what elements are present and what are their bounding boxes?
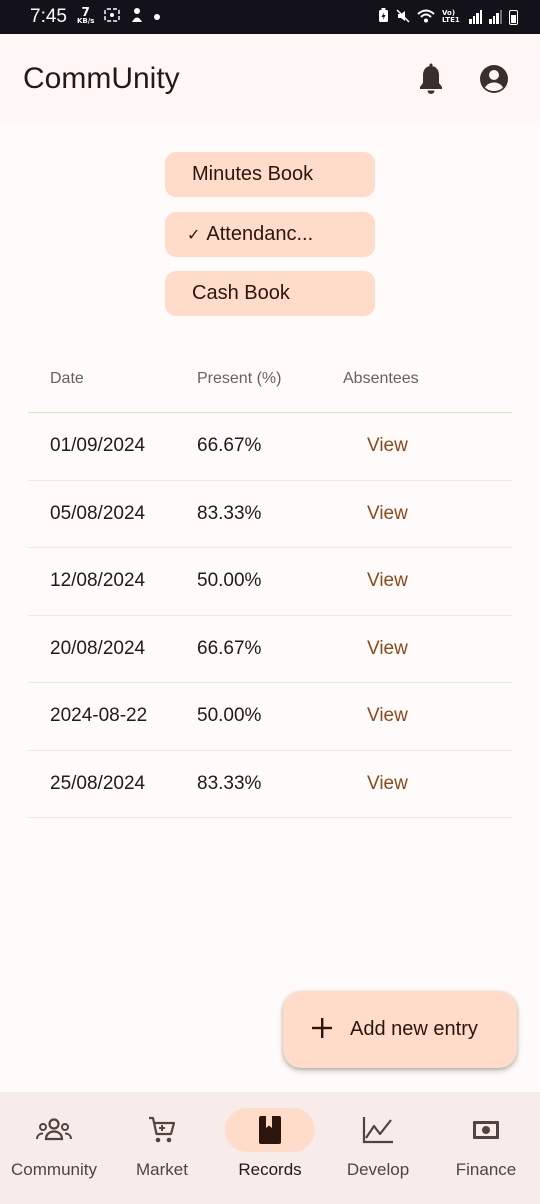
money-icon bbox=[473, 1121, 499, 1139]
cell-present: 83.33% bbox=[197, 502, 262, 524]
profile-button[interactable] bbox=[470, 55, 518, 103]
cell-present: 50.00% bbox=[197, 570, 262, 592]
add-new-entry-button[interactable]: Add new entry bbox=[283, 991, 517, 1068]
view-absentees-link[interactable]: View bbox=[343, 570, 408, 592]
battery-saver-icon bbox=[378, 7, 389, 27]
net-speed-unit: KB/s bbox=[76, 17, 95, 25]
cash-book-button[interactable]: Cash Book bbox=[165, 271, 375, 316]
battery-icon bbox=[509, 9, 518, 25]
table-row: 05/08/2024 83.33% View bbox=[28, 481, 512, 548]
signal-2-icon bbox=[489, 10, 502, 24]
cell-date: 01/09/2024 bbox=[50, 435, 146, 457]
cell-present: 50.00% bbox=[197, 705, 262, 727]
cart-icon bbox=[149, 1116, 176, 1143]
nav-market-label: Market bbox=[136, 1160, 188, 1179]
wifi-icon bbox=[417, 8, 435, 27]
nav-finance[interactable]: Finance bbox=[432, 1092, 540, 1204]
cell-present: 66.67% bbox=[197, 435, 262, 457]
nav-records-label: Records bbox=[238, 1160, 302, 1179]
nav-market[interactable]: Market bbox=[108, 1092, 216, 1204]
mute-icon bbox=[396, 8, 410, 27]
cell-present: 83.33% bbox=[197, 772, 262, 794]
nav-community[interactable]: Community bbox=[0, 1092, 108, 1204]
plus-icon bbox=[311, 1012, 333, 1044]
header-date: Date bbox=[50, 369, 84, 387]
table-row: 20/08/2024 66.67% View bbox=[28, 616, 512, 683]
account-circle-icon bbox=[480, 65, 508, 93]
attendance-book-button[interactable]: ✓ Attendanc... bbox=[165, 212, 375, 257]
minutes-book-button[interactable]: Minutes Book bbox=[165, 152, 375, 197]
view-absentees-link[interactable]: View bbox=[343, 705, 408, 727]
groups-icon bbox=[36, 1118, 72, 1141]
cash-book-label: Cash Book bbox=[192, 282, 290, 304]
status-time: 7:45 bbox=[30, 6, 67, 27]
view-absentees-link[interactable]: View bbox=[343, 638, 408, 660]
check-icon: ✓ bbox=[187, 226, 201, 244]
view-absentees-link[interactable]: View bbox=[343, 503, 408, 525]
nav-finance-label: Finance bbox=[455, 1160, 517, 1179]
net-speed: 7 KB/s bbox=[76, 5, 95, 26]
screen-record-icon bbox=[104, 8, 121, 26]
nav-develop-label: Develop bbox=[346, 1160, 410, 1179]
bell-icon bbox=[420, 63, 442, 94]
net-speed-value: 7 bbox=[81, 5, 90, 19]
app-title: CommUnity bbox=[23, 62, 180, 95]
cell-present: 66.67% bbox=[197, 637, 262, 659]
view-absentees-link[interactable]: View bbox=[343, 435, 408, 457]
book-icon bbox=[259, 1116, 281, 1144]
cell-date: 05/08/2024 bbox=[50, 502, 146, 524]
minutes-book-label: Minutes Book bbox=[192, 163, 314, 185]
header-present: Present (%) bbox=[197, 369, 282, 387]
app-notification-icon bbox=[130, 7, 144, 27]
table-header: Date Present (%) Absentees bbox=[28, 345, 512, 413]
signal-1-icon bbox=[469, 10, 482, 24]
dot-icon bbox=[154, 14, 161, 20]
notifications-button[interactable] bbox=[407, 55, 455, 103]
app-bar: CommUnity bbox=[0, 34, 540, 124]
attendance-book-label: Attendanc... bbox=[206, 223, 314, 245]
nav-develop[interactable]: Develop bbox=[324, 1092, 432, 1204]
table-row: 2024-08-22 50.00% View bbox=[28, 683, 512, 751]
trend-icon bbox=[362, 1117, 393, 1144]
nav-records[interactable]: Records bbox=[216, 1092, 324, 1204]
network-label: Vo) LTE1 bbox=[442, 9, 460, 24]
cell-date: 20/08/2024 bbox=[50, 637, 146, 659]
view-absentees-link[interactable]: View bbox=[343, 773, 408, 795]
nav-community-label: Community bbox=[11, 1160, 97, 1179]
status-bar: 7:45 7 KB/s Vo) LTE1 bbox=[0, 0, 540, 34]
bottom-navigation: Community Market Records Develop Finance bbox=[0, 1092, 540, 1204]
table-row: 01/09/2024 66.67% View bbox=[28, 413, 512, 481]
cell-date: 25/08/2024 bbox=[50, 772, 146, 794]
table-row: 25/08/2024 83.33% View bbox=[28, 751, 512, 818]
table-row: 12/08/2024 50.00% View bbox=[28, 548, 512, 616]
header-absentees: Absentees bbox=[343, 369, 419, 387]
attendance-table: Date Present (%) Absentees 01/09/2024 66… bbox=[28, 345, 512, 818]
cell-date: 12/08/2024 bbox=[50, 570, 146, 592]
cell-date: 2024-08-22 bbox=[50, 705, 148, 727]
add-new-entry-label: Add new entry bbox=[350, 1018, 478, 1040]
